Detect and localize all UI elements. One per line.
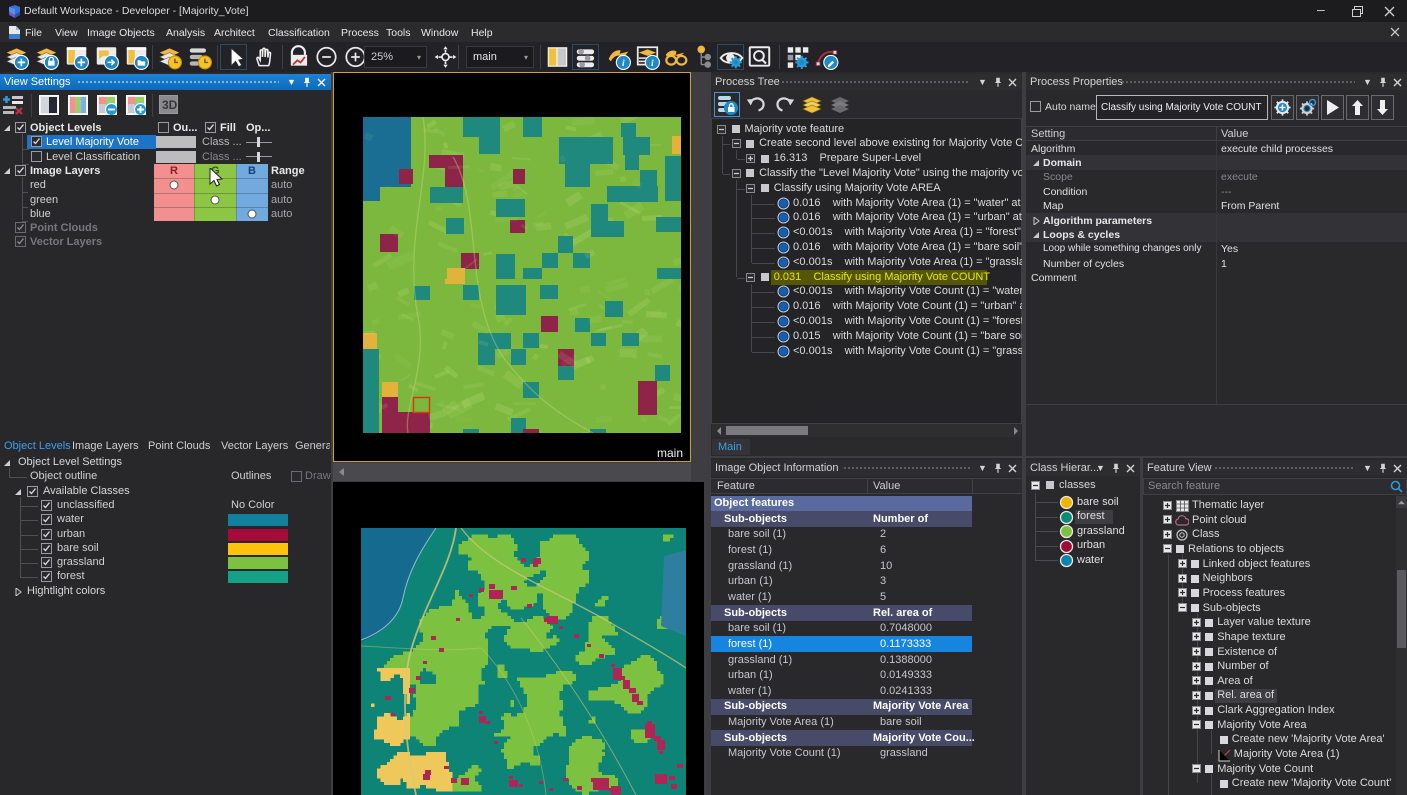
svg-text:i: i — [651, 58, 654, 69]
svg-text:i: i — [622, 58, 625, 69]
